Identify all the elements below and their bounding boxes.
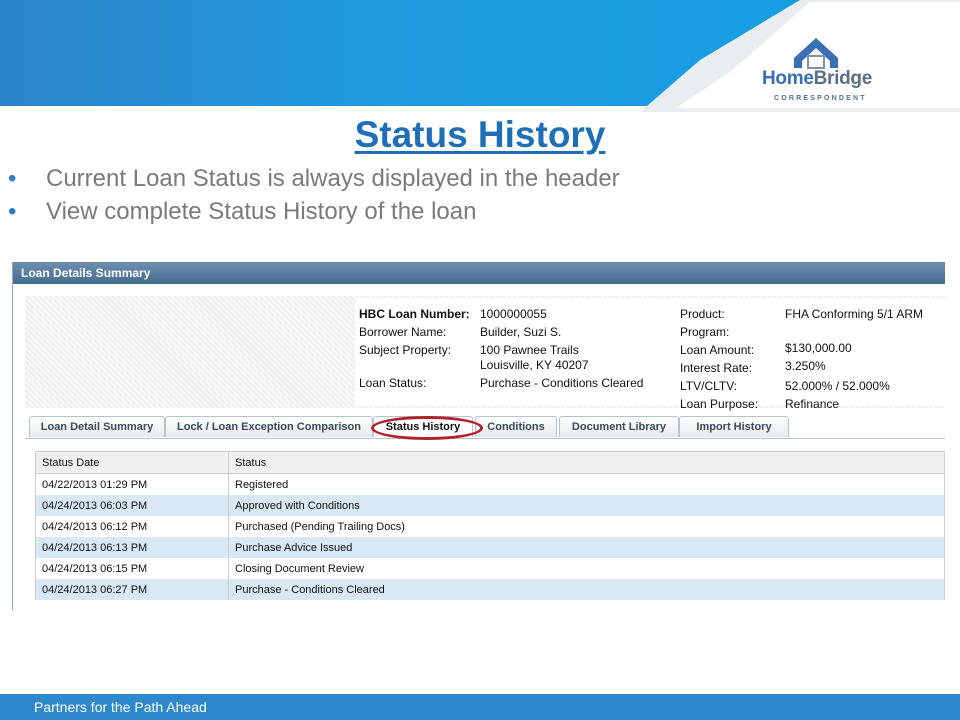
- bullet-list: • Current Loan Status is always displayed…: [8, 162, 620, 228]
- field-value-loan-status: Purchase - Conditions Cleared: [480, 376, 644, 390]
- footer-text: Partners for the Path Ahead: [34, 699, 207, 715]
- cell-status: Purchase Advice Issued: [228, 537, 945, 558]
- bullet-item: • View complete Status History of the loa…: [8, 195, 620, 228]
- field-value-borrower: Builder, Suzi S.: [480, 325, 562, 339]
- cell-status: Registered: [228, 473, 945, 495]
- logo-wordmark: HomeBridge: [762, 68, 872, 90]
- field-label-loan-status: Loan Status:: [359, 376, 427, 390]
- cell-status-date: 04/24/2013 06:03 PM: [35, 495, 229, 516]
- cell-status: Approved with Conditions: [228, 495, 945, 516]
- slide-title-text: Status History: [354, 114, 606, 155]
- cell-status-date: 04/24/2013 06:12 PM: [35, 516, 229, 537]
- field-value-property-line1: 100 Pawnee Trails: [480, 343, 579, 357]
- field-value-ltv: 52.000% / 52.000%: [785, 379, 890, 393]
- field-label-program: Program:: [680, 325, 730, 339]
- cell-status-date: 04/24/2013 06:13 PM: [35, 537, 229, 558]
- slide-title: Status History: [0, 114, 960, 156]
- field-label-loan-number: HBC Loan Number:: [359, 307, 470, 321]
- cell-status: Purchased (Pending Trailing Docs): [228, 516, 945, 537]
- footer-bar: Partners for the Path Ahead: [0, 694, 960, 720]
- field-label-interest-rate: Interest Rate:: [680, 361, 753, 375]
- field-label-borrower: Borrower Name:: [359, 325, 447, 339]
- field-label-loan-amount: Loan Amount:: [680, 343, 755, 357]
- field-label-product: Product:: [680, 307, 725, 321]
- status-history-table: Status Date Status 04/22/2013 01:29 PM R…: [35, 451, 945, 600]
- field-label-property: Subject Property:: [359, 343, 452, 357]
- highlight-circle: [371, 416, 483, 440]
- panel-header: Loan Details Summary: [13, 262, 945, 284]
- cell-status: Closing Document Review: [228, 558, 945, 579]
- bullet-dot: •: [8, 198, 17, 225]
- table-header-row: Status Date Status: [35, 451, 945, 474]
- loan-details-panel: Loan Details Summary HBC Loan Number: 10…: [12, 262, 945, 610]
- tab-lock-loan-exception[interactable]: Lock / Loan Exception Comparison: [165, 416, 373, 437]
- field-label-ltv: LTV/CLTV:: [680, 379, 738, 393]
- tab-conditions[interactable]: Conditions: [475, 416, 557, 437]
- logo-home-text: Home: [762, 68, 814, 89]
- table-row[interactable]: 04/24/2013 06:27 PM Purchase - Condition…: [35, 579, 945, 600]
- tab-bar: Loan Detail Summary Lock / Loan Exceptio…: [25, 416, 945, 439]
- field-label-loan-purpose: Loan Purpose:: [680, 397, 759, 411]
- bullet-text: View complete Status History of the loan: [46, 198, 477, 225]
- cell-status-date: 04/24/2013 06:27 PM: [35, 579, 229, 600]
- table-row[interactable]: 04/24/2013 06:12 PM Purchased (Pending T…: [35, 516, 945, 537]
- bullet-text: Current Loan Status is always displayed …: [46, 165, 620, 192]
- logo-bridge-text: Bridge: [813, 68, 873, 89]
- table-row[interactable]: 04/24/2013 06:13 PM Purchase Advice Issu…: [35, 537, 945, 558]
- field-value-loan-number: 1000000055: [480, 307, 547, 321]
- top-banner: HomeBridge CORRESPONDENT: [0, 0, 960, 112]
- cell-status-date: 04/24/2013 06:15 PM: [35, 558, 229, 579]
- tab-import-history[interactable]: Import History: [679, 416, 789, 437]
- cell-status-date: 04/22/2013 01:29 PM: [35, 473, 229, 495]
- bullet-item: • Current Loan Status is always displayed…: [8, 162, 620, 195]
- summary-area: HBC Loan Number: 1000000055 Borrower Nam…: [25, 296, 945, 411]
- table-row[interactable]: 04/24/2013 06:15 PM Closing Document Rev…: [35, 558, 945, 579]
- field-value-interest-rate: 3.250%: [785, 359, 826, 373]
- field-value-loan-amount: $130,000.00: [785, 341, 852, 355]
- tab-document-library[interactable]: Document Library: [559, 416, 679, 437]
- tab-loan-detail-summary[interactable]: Loan Detail Summary: [29, 416, 165, 437]
- field-value-product: FHA Conforming 5/1 ARM: [785, 307, 924, 321]
- cell-status: Purchase - Conditions Cleared: [228, 579, 945, 600]
- field-value-property-line2: Louisville, KY 40207: [480, 358, 589, 372]
- table-row[interactable]: 04/22/2013 01:29 PM Registered: [35, 473, 945, 495]
- field-value-loan-purpose: Refinance: [785, 397, 840, 411]
- column-header-status[interactable]: Status: [228, 451, 945, 474]
- column-header-status-date[interactable]: Status Date: [35, 451, 229, 474]
- loan-summary-box: HBC Loan Number: 1000000055 Borrower Nam…: [355, 298, 945, 411]
- table-row[interactable]: 04/24/2013 06:03 PM Approved with Condit…: [35, 495, 945, 516]
- logo-subtitle: CORRESPONDENT: [774, 95, 867, 102]
- bullet-dot: •: [8, 165, 17, 192]
